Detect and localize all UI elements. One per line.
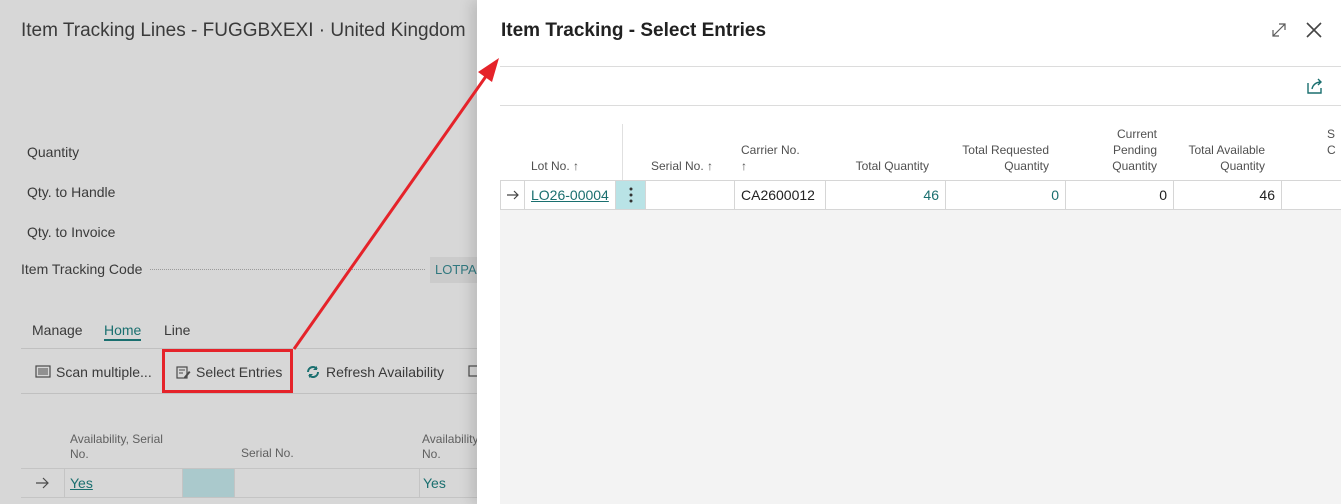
annotation-arrow xyxy=(292,58,499,350)
